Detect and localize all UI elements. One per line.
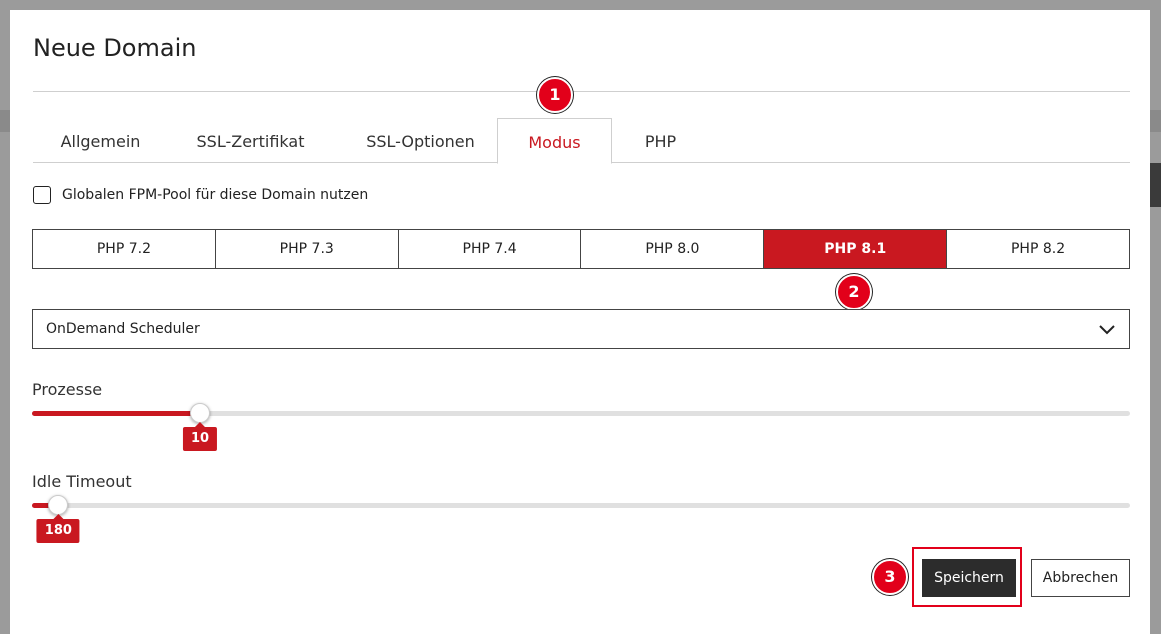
annotation-marker-1: 1 [537,77,573,113]
fpm-pool-checkbox[interactable] [33,186,51,204]
tab-php[interactable]: PHP [623,118,698,163]
prozesse-slider-handle[interactable] [189,403,210,423]
prozesse-label: Prozesse [32,380,103,399]
idle-timeout-slider-handle[interactable] [48,495,69,515]
annotation-marker-2: 2 [836,274,872,310]
cancel-button[interactable]: Abbrechen [1031,559,1130,597]
fpm-pool-option[interactable]: Globalen FPM-Pool für diese Domain nutze… [33,185,368,205]
new-domain-dialog: Neue Domain Allgemein SSL-Zertifikat SSL… [10,10,1150,634]
tab-ssl-zertifikat[interactable]: SSL-Zertifikat [178,118,323,163]
prozesse-slider-fill [32,411,200,416]
annotation-marker-3: 3 [872,559,908,595]
chevron-down-icon [1099,325,1115,335]
prozesse-value-badge: 10 [182,422,218,451]
scheduler-select[interactable]: OnDemand Scheduler [32,309,1130,349]
dialog-title: Neue Domain [33,34,197,62]
tab-bar: Allgemein SSL-Zertifikat SSL-Optionen Mo… [33,118,1130,164]
title-divider [33,91,1130,92]
fpm-pool-label: Globalen FPM-Pool für diese Domain nutze… [62,187,369,203]
scheduler-select-value: OnDemand Scheduler [46,321,200,337]
tab-allgemein[interactable]: Allgemein [33,118,168,163]
php-version-7-4[interactable]: PHP 7.4 [398,230,582,268]
idle-timeout-slider[interactable]: 180 [32,495,1130,543]
idle-timeout-label: Idle Timeout [32,472,132,491]
php-version-7-3[interactable]: PHP 7.3 [215,230,399,268]
prozesse-slider[interactable]: 10 [32,403,1130,451]
save-button[interactable]: Speichern [922,559,1016,597]
php-version-7-2[interactable]: PHP 7.2 [33,230,216,268]
background-dark-block [1150,163,1161,207]
tab-ssl-optionen[interactable]: SSL-Optionen [343,118,498,163]
tab-modus[interactable]: Modus [497,118,612,164]
php-version-selector: PHP 7.2 PHP 7.3 PHP 7.4 PHP 8.0 PHP 8.1 … [32,229,1130,269]
php-version-8-2[interactable]: PHP 8.2 [947,230,1129,268]
idle-timeout-value-badge: 180 [36,514,80,543]
php-version-8-1[interactable]: PHP 8.1 [764,230,948,268]
php-version-8-0[interactable]: PHP 8.0 [581,230,765,268]
